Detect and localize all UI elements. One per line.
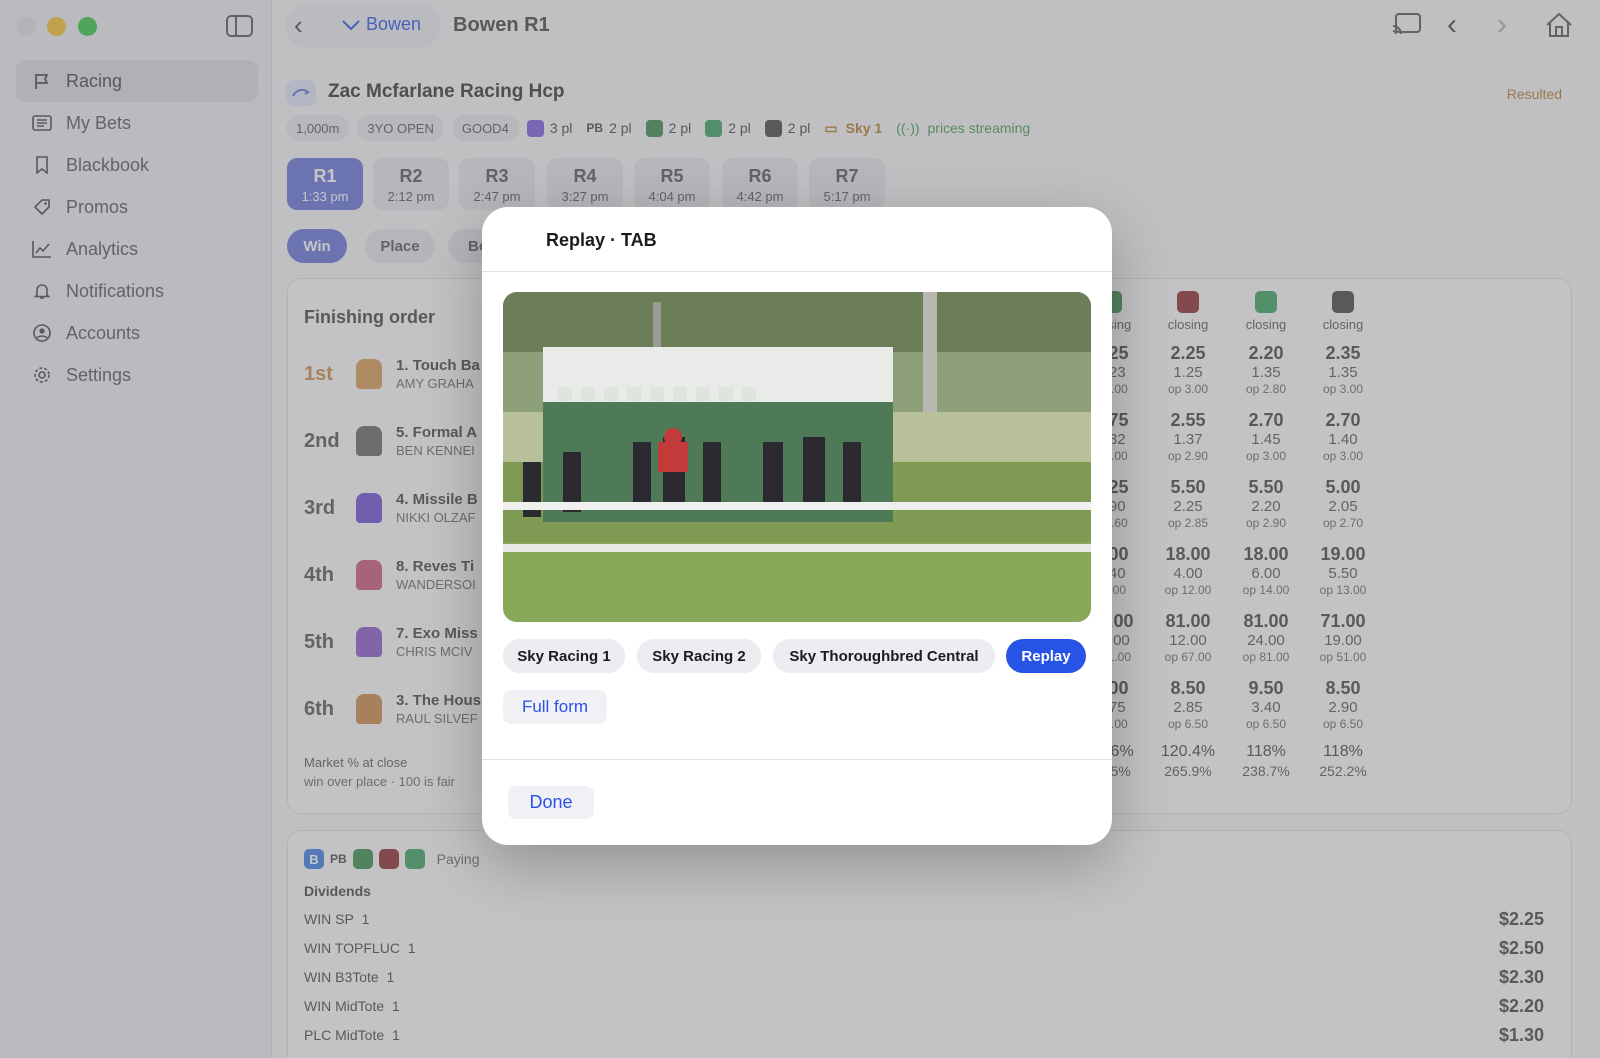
done-button[interactable]: Done [508,786,594,819]
source-replay[interactable]: Replay [1006,639,1086,673]
full-form-button[interactable]: Full form [503,690,607,724]
source-sky-racing-1[interactable]: Sky Racing 1 [503,639,625,673]
video-player[interactable] [503,292,1091,622]
race-replay-video [503,292,1091,622]
divider [482,271,1112,272]
replay-modal: Replay · TAB Sky Racing 1 Sky Racing 2 S… [482,207,1112,845]
modal-title: Replay · TAB [546,230,657,250]
divider [482,759,1112,760]
source-sky-racing-2[interactable]: Sky Racing 2 [637,639,761,673]
source-sky-thoroughbred-central[interactable]: Sky Thoroughbred Central [773,639,995,673]
